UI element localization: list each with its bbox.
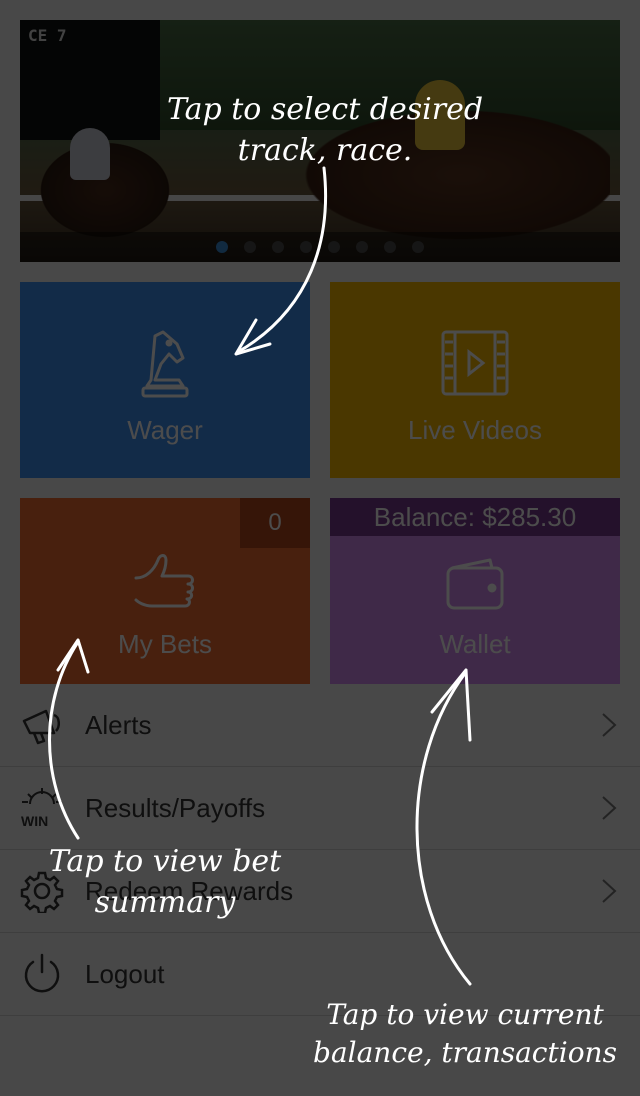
wager-tile[interactable]: Wager: [20, 282, 310, 478]
jockey-image-1: [415, 80, 465, 150]
carousel-dot[interactable]: [412, 241, 424, 253]
wallet-tile[interactable]: Balance: $285.30 Wallet: [330, 498, 620, 684]
power-icon: [24, 953, 60, 993]
carousel-dot[interactable]: [300, 241, 312, 253]
race-banner-carousel[interactable]: CE 7: [20, 20, 620, 262]
carousel-dot[interactable]: [216, 241, 228, 253]
my-bets-tile[interactable]: 0 My Bets: [20, 498, 310, 684]
home-screen: CE 7 Wager Live Videos 0 My Bets Balance…: [0, 0, 640, 1096]
scoreboard: CE 7: [20, 20, 160, 140]
carousel-dot[interactable]: [328, 241, 340, 253]
video-film-icon: [441, 330, 509, 396]
gear-icon: [20, 871, 64, 913]
my-bets-label: My Bets: [118, 629, 212, 659]
main-menu: Alerts WIN Results/Payoffs Redeem Reward…: [0, 684, 640, 1016]
carousel-dot[interactable]: [384, 241, 396, 253]
win-icon-text: WIN: [21, 813, 48, 829]
carousel-dot[interactable]: [244, 241, 256, 253]
scoreboard-text: CE 7: [28, 26, 67, 45]
chevron-right-icon: [602, 796, 617, 820]
chess-knight-icon: [141, 330, 189, 398]
bets-count-badge: 0: [240, 498, 310, 548]
menu-item-label: Logout: [85, 959, 165, 989]
menu-item-label: Redeem Rewards: [85, 876, 294, 906]
menu-item-label: Alerts: [85, 710, 152, 740]
carousel-indicator: [20, 232, 620, 262]
live-videos-label: Live Videos: [408, 415, 542, 445]
carousel-dot[interactable]: [356, 241, 368, 253]
wager-label: Wager: [127, 415, 203, 445]
megaphone-icon: [22, 709, 60, 745]
menu-item-redeem-rewards[interactable]: Redeem Rewards: [0, 850, 640, 933]
menu-item-alerts[interactable]: Alerts: [0, 684, 640, 767]
live-videos-tile[interactable]: Live Videos: [330, 282, 620, 478]
menu-item-label: Results/Payoffs: [85, 793, 266, 823]
win-icon: WIN: [21, 788, 62, 829]
menu-item-logout[interactable]: Logout: [0, 933, 640, 1016]
thumbs-up-icon: [134, 554, 194, 608]
chevron-right-icon: [602, 879, 617, 903]
jockey-image-2: [70, 128, 110, 180]
wallet-balance: Balance: $285.30: [330, 498, 620, 536]
wallet-icon: [446, 558, 504, 610]
chevron-right-icon: [602, 713, 617, 737]
menu-item-results-payoffs[interactable]: WIN Results/Payoffs: [0, 767, 640, 850]
wallet-label: Wallet: [439, 629, 511, 659]
carousel-dot[interactable]: [272, 241, 284, 253]
